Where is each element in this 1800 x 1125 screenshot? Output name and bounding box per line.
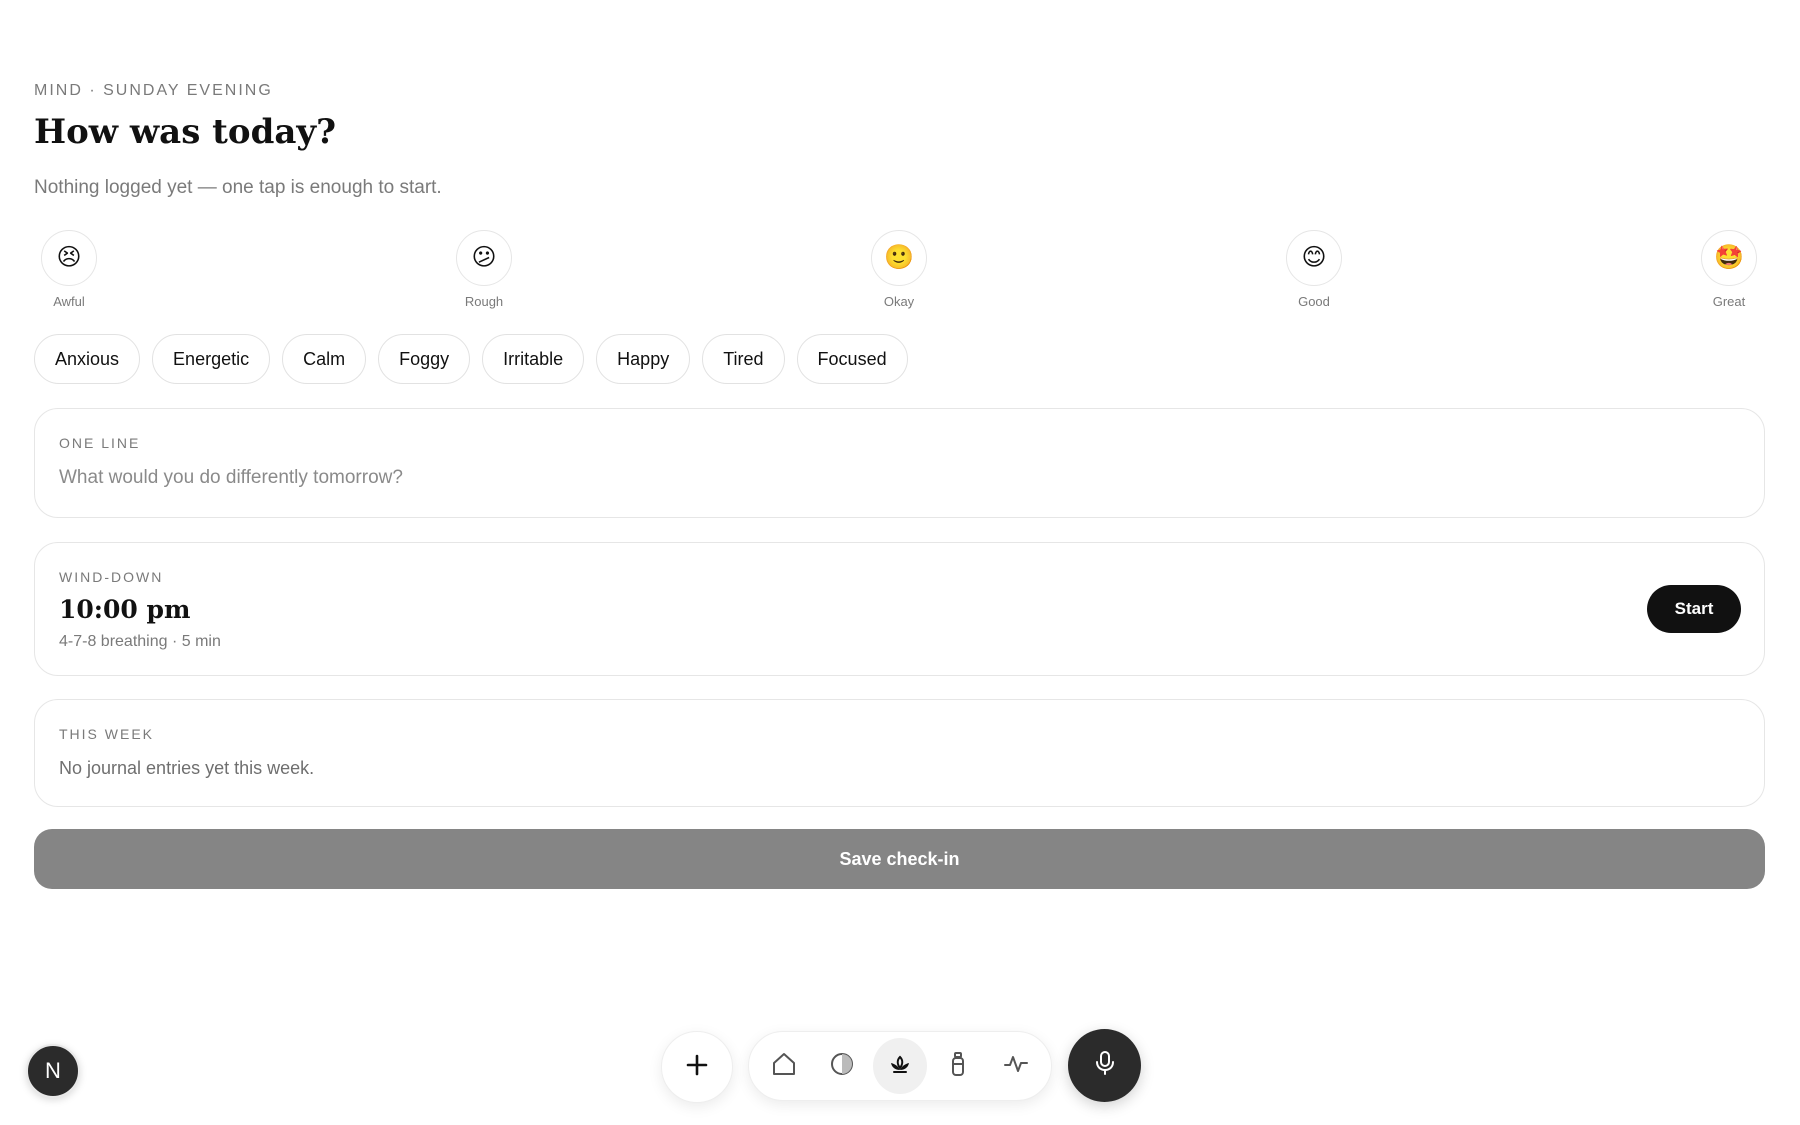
microphone-icon — [1091, 1049, 1119, 1082]
this-week-card: THIS WEEK No journal entries yet this we… — [34, 699, 1765, 807]
avatar[interactable]: N — [26, 1044, 80, 1098]
mood-selector: 😣 Awful 😕 Rough 🙂 Okay 😊 Good 🤩 Great — [34, 230, 1765, 310]
mood-option-great[interactable]: 🤩 Great — [1694, 230, 1764, 309]
add-button[interactable] — [661, 1031, 733, 1103]
chip-calm[interactable]: Calm — [282, 334, 367, 384]
nav-body[interactable] — [815, 1038, 869, 1094]
plus-icon — [684, 1052, 710, 1083]
wind-down-time: 10:00 pm — [59, 595, 191, 624]
save-checkin-button[interactable]: Save check-in — [34, 829, 1765, 889]
awful-face-icon: 😣 — [41, 230, 97, 286]
nav-supplements[interactable] — [931, 1038, 985, 1094]
half-circle-icon — [828, 1050, 856, 1083]
start-button[interactable]: Start — [1647, 585, 1741, 633]
wind-down-label: WIND-DOWN — [59, 569, 164, 585]
good-face-icon: 😊 — [1286, 230, 1342, 286]
nav-home[interactable] — [757, 1038, 811, 1094]
mind-checkin-page: MIND · SUNDAY EVENING How was today? Not… — [0, 0, 1800, 1125]
avatar-letter: N — [45, 1058, 61, 1083]
chip-foggy[interactable]: Foggy — [378, 334, 471, 384]
page-title: How was today? — [34, 112, 337, 152]
great-face-icon: 🤩 — [1701, 230, 1757, 286]
bottom-nav — [748, 1031, 1052, 1101]
bottle-icon — [944, 1050, 972, 1083]
chip-tired[interactable]: Tired — [702, 334, 785, 384]
chip-irritable[interactable]: Irritable — [482, 334, 585, 384]
one-line-label: ONE LINE — [59, 435, 141, 451]
this-week-label: THIS WEEK — [59, 726, 155, 742]
chip-happy[interactable]: Happy — [596, 334, 691, 384]
voice-button[interactable] — [1068, 1029, 1141, 1102]
mood-label: Awful — [53, 294, 85, 309]
chip-anxious[interactable]: Anxious — [34, 334, 141, 384]
one-line-input[interactable] — [59, 463, 1659, 493]
mood-label: Rough — [464, 294, 504, 309]
nav-mind[interactable] — [873, 1038, 927, 1094]
mood-option-rough[interactable]: 😕 Rough — [449, 230, 519, 309]
one-line-card: ONE LINE — [34, 408, 1765, 518]
home-icon — [770, 1050, 798, 1083]
okay-face-icon: 🙂 — [871, 230, 927, 286]
mood-option-awful[interactable]: 😣 Awful — [34, 230, 104, 309]
mood-label: Okay — [883, 294, 915, 309]
this-week-empty-text: No journal entries yet this week. — [59, 758, 315, 778]
chip-focused[interactable]: Focused — [796, 334, 908, 384]
mood-label: Great — [1712, 294, 1746, 309]
nav-activity[interactable] — [989, 1038, 1043, 1094]
lotus-icon — [886, 1050, 914, 1083]
chip-energetic[interactable]: Energetic — [152, 334, 271, 384]
mood-option-good[interactable]: 😊 Good — [1279, 230, 1349, 309]
rough-face-icon: 😕 — [456, 230, 512, 286]
page-subtitle: Nothing logged yet — one tap is enough t… — [34, 177, 442, 198]
mood-label: Good — [1298, 294, 1330, 309]
activity-icon — [1002, 1050, 1030, 1083]
feeling-chips: Anxious Energetic Calm Foggy Irritable H… — [34, 334, 908, 384]
wind-down-card: WIND-DOWN 10:00 pm 4-7-8 breathing · 5 m… — [34, 542, 1765, 676]
section-eyebrow: MIND · SUNDAY EVENING — [34, 82, 273, 99]
mood-option-okay[interactable]: 🙂 Okay — [864, 230, 934, 309]
wind-down-detail: 4-7-8 breathing · 5 min — [59, 633, 221, 650]
